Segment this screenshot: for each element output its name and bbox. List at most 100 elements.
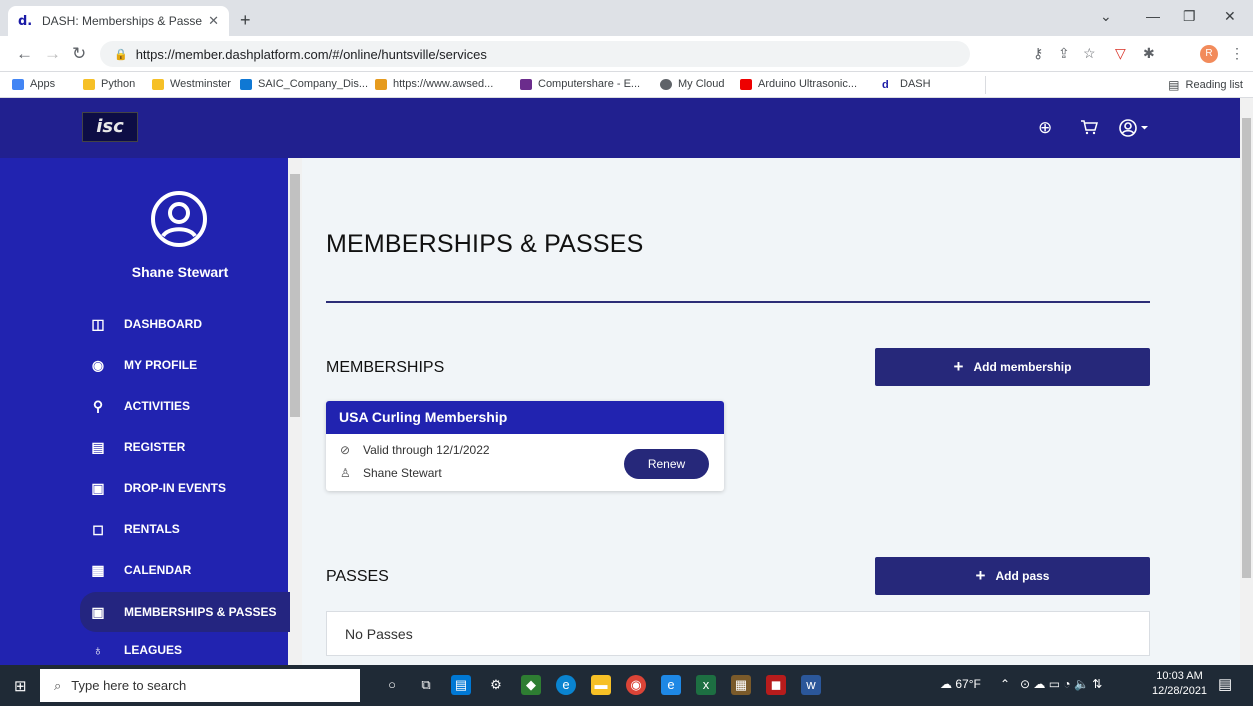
- folder-icon: [152, 78, 164, 90]
- new-tab-button[interactable]: +: [240, 10, 251, 31]
- cart-icon[interactable]: [1080, 118, 1098, 141]
- profile-avatar[interactable]: R: [1200, 45, 1218, 63]
- app-icon[interactable]: ◆: [521, 675, 541, 695]
- check-circle-icon: ⊘: [340, 443, 351, 457]
- bookmark-saic[interactable]: SAIC_Company_Dis...: [240, 78, 368, 90]
- store-icon[interactable]: ▤: [451, 675, 471, 695]
- lock-icon: 🔒: [114, 48, 128, 61]
- minimize-icon[interactable]: —: [1146, 8, 1160, 24]
- mcafee-icon[interactable]: ◼: [766, 675, 786, 695]
- bookmarks-bar: Apps Python Westminster SAIC_Company_Dis…: [0, 72, 1253, 98]
- internet-explorer-icon[interactable]: e: [661, 675, 681, 695]
- tray-chevron-icon[interactable]: ⌃: [1000, 677, 1010, 691]
- bookmark-computershare[interactable]: Computershare - E...: [520, 78, 640, 90]
- sidebar-item-memberships-passes[interactable]: ▣ MEMBERSHIPS & PASSES: [80, 592, 290, 632]
- bookmark-star-icon[interactable]: ☆: [1083, 45, 1096, 62]
- cortana-icon[interactable]: ○: [382, 675, 402, 695]
- chrome-icon[interactable]: ◉: [626, 675, 646, 695]
- dash-icon: d: [882, 78, 889, 91]
- file-explorer-icon[interactable]: ▬: [591, 675, 611, 695]
- task-view-icon[interactable]: ⧉: [416, 675, 436, 695]
- photos-icon[interactable]: ▦: [731, 675, 751, 695]
- calendar-icon: ▦: [91, 561, 105, 578]
- bookmark-westminster[interactable]: Westminster: [152, 78, 231, 90]
- sidebar-item-drop-in-events[interactable]: ▣ DROP-IN EVENTS: [80, 468, 290, 508]
- search-icon: ⌕: [54, 677, 62, 693]
- user-name: Shane Stewart: [131, 264, 229, 280]
- reading-list-button[interactable]: ▤ Reading list: [1168, 78, 1243, 92]
- sidebar-item-dashboard[interactable]: ◫ DASHBOARD: [80, 304, 290, 344]
- close-window-icon[interactable]: ✕: [1224, 8, 1236, 25]
- activities-icon: ⚲: [92, 397, 104, 414]
- page-scrollbar[interactable]: [1240, 98, 1253, 665]
- sidebar-item-register[interactable]: ▤ REGISTER: [80, 427, 290, 467]
- edge-icon[interactable]: e: [556, 675, 576, 695]
- rentals-icon: ◻: [92, 520, 104, 537]
- close-tab-icon[interactable]: ✕: [208, 13, 219, 29]
- folder-icon: [83, 78, 95, 90]
- membership-card: USA Curling Membership ⊘ Valid through 12…: [326, 401, 724, 491]
- restore-icon[interactable]: ❐: [1183, 8, 1196, 25]
- dash-favicon-icon: d.: [18, 13, 33, 29]
- apps-grid-icon: [12, 78, 24, 90]
- bookmark-awsed[interactable]: https://www.awsed...: [375, 78, 493, 90]
- add-membership-button[interactable]: + Add membership: [875, 348, 1150, 386]
- plus-icon: +: [953, 357, 964, 376]
- sidebar-item-leagues[interactable]: ♁ LEAGUES: [80, 634, 290, 665]
- extensions-puzzle-icon[interactable]: ✱: [1143, 45, 1155, 62]
- tray-icons[interactable]: ⊙ ☁ ▭ ◔ 🔈 ⇅: [1020, 677, 1102, 691]
- profile-icon: ◉: [91, 356, 105, 373]
- plus-icon: +: [975, 566, 986, 585]
- taskbar-search-box[interactable]: ⌕ Type here to search: [40, 669, 360, 702]
- browser-tab-strip: d. DASH: Memberships & Passes ✕ + ⌄ — ❐ …: [0, 0, 1253, 36]
- sidebar-item-calendar[interactable]: ▦ CALENDAR: [80, 550, 290, 590]
- youtube-icon: [740, 78, 752, 90]
- sidebar-scrollbar[interactable]: [288, 158, 302, 665]
- bookmark-apps[interactable]: Apps: [12, 78, 55, 90]
- isc-logo[interactable]: isc: [82, 112, 138, 142]
- add-pass-button[interactable]: + Add pass: [875, 557, 1150, 595]
- page-scroll-thumb[interactable]: [1242, 118, 1251, 578]
- extension-pocket-icon[interactable]: ▽: [1115, 45, 1126, 62]
- sidebar-item-rentals[interactable]: ◻ RENTALS: [80, 509, 290, 549]
- renew-button[interactable]: Renew: [624, 449, 709, 479]
- sidebar-item-my-profile[interactable]: ◉ MY PROFILE: [80, 345, 290, 385]
- dropin-icon: ▣: [91, 479, 105, 496]
- share-icon[interactable]: ⇪: [1058, 45, 1070, 62]
- sidebar-scroll-thumb[interactable]: [290, 174, 300, 417]
- tab-search-icon[interactable]: ⌄: [1100, 8, 1112, 25]
- back-icon[interactable]: ←: [16, 44, 33, 64]
- browser-menu-icon[interactable]: ⋮: [1230, 45, 1244, 62]
- title-divider: [326, 301, 1150, 303]
- passes-heading: PASSES: [326, 568, 389, 585]
- windows-start-icon[interactable]: ⊞: [14, 677, 27, 695]
- register-icon: ▤: [91, 438, 105, 455]
- bookmark-python[interactable]: Python: [83, 78, 135, 90]
- network-app-icon[interactable]: ⚙: [486, 675, 506, 695]
- cloud-icon: ☁: [940, 677, 956, 691]
- bookmark-dash[interactable]: d DASH: [882, 78, 931, 91]
- user-avatar-icon: [151, 191, 207, 247]
- forward-icon[interactable]: →: [44, 44, 61, 64]
- membership-holder-line: ♙ Shane Stewart: [340, 466, 442, 480]
- word-icon[interactable]: w: [801, 675, 821, 695]
- bookmark-mycloud[interactable]: My Cloud: [660, 78, 724, 90]
- notifications-icon[interactable]: ▤: [1218, 675, 1232, 693]
- membership-valid-line: ⊘ Valid through 12/1/2022: [340, 443, 490, 457]
- memberships-heading: MEMBERSHIPS: [326, 359, 445, 376]
- bookmarks-divider: [985, 76, 986, 94]
- url-field[interactable]: 🔒 https://member.dashplatform.com/#/onli…: [100, 41, 970, 67]
- sidebar-item-activities[interactable]: ⚲ ACTIVITIES: [80, 386, 290, 426]
- taskbar-clock[interactable]: 10:03 AM 12/28/2021: [1152, 669, 1207, 699]
- weather-widget[interactable]: ☁ 67°F: [940, 677, 981, 691]
- reload-icon[interactable]: ↻: [72, 44, 86, 64]
- globe-icon[interactable]: ⊕: [1038, 118, 1052, 138]
- app-header: isc ⊕: [0, 98, 1240, 158]
- bookmark-arduino[interactable]: Arduino Ultrasonic...: [740, 78, 857, 90]
- excel-icon[interactable]: x: [696, 675, 716, 695]
- password-key-icon[interactable]: ⚷: [1033, 45, 1043, 62]
- browser-tab[interactable]: d. DASH: Memberships & Passes ✕: [8, 6, 229, 36]
- account-menu-icon[interactable]: [1118, 118, 1152, 143]
- address-bar-row: ← → ↻ 🔒 https://member.dashplatform.com/…: [0, 36, 1253, 72]
- main-content: MEMBERSHIPS & PASSES MEMBERSHIPS + Add me…: [302, 158, 1240, 665]
